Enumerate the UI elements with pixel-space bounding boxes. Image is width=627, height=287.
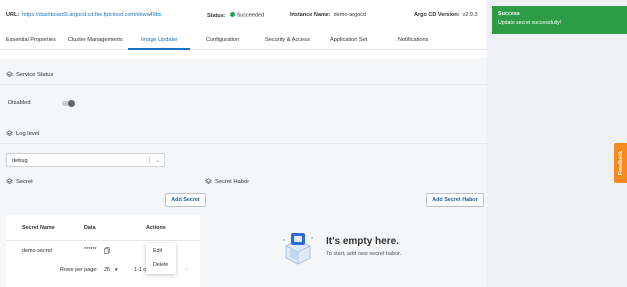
version-value: v2.9.3 xyxy=(462,12,478,18)
success-toast: Success Update secret successfully! xyxy=(492,6,627,34)
rows-per-page-select[interactable]: 25 xyxy=(104,267,110,273)
toast-title: Success xyxy=(498,11,520,17)
column-header-data: Data xyxy=(84,225,96,231)
column-header-secret-name: Secret Name xyxy=(22,225,55,231)
tab-essential-properties[interactable]: Essential Properties xyxy=(6,37,56,43)
row-actions-menu: Edit Delete xyxy=(146,243,176,274)
rows-per-page-label: Rows per page: xyxy=(60,267,98,273)
add-secret-button[interactable]: Add Secret xyxy=(165,193,206,207)
main-card: URL: https://dashboard3.argocd.cd.fke.fpt… xyxy=(0,0,487,287)
secret-name-cell: demo-secret xyxy=(22,248,52,254)
divider xyxy=(0,84,487,85)
active-tab-indicator xyxy=(128,48,190,50)
instance-label: Instance Name: xyxy=(290,12,331,18)
status-info: Status: Succeeded xyxy=(207,12,264,19)
status-value: Succeeded xyxy=(236,12,265,19)
tab-security-access[interactable]: Security & Access xyxy=(265,37,310,43)
status-label: Status: xyxy=(207,12,226,19)
tab-application-set[interactable]: Application Set xyxy=(330,37,367,43)
feedback-tab[interactable]: Feedback xyxy=(614,143,627,183)
feedback-label: Feedback xyxy=(617,150,624,176)
empty-box-illustration xyxy=(283,233,313,265)
next-page-icon[interactable]: › xyxy=(186,266,188,273)
tab-bar: Essential Properties Cluster Managements… xyxy=(0,32,487,50)
chevron-down-icon: ⌄ xyxy=(154,158,160,164)
empty-state-title: It's empty here. xyxy=(326,236,399,247)
caret-down-icon: ▼ xyxy=(114,267,119,272)
url-label: URL: xyxy=(6,12,20,18)
secret-habor-label: Secret Habor xyxy=(215,178,250,185)
table-header-divider xyxy=(6,240,200,241)
tab-configuration[interactable]: Configuration xyxy=(206,37,239,43)
log-level-label: Log level xyxy=(16,130,40,137)
service-status-heading: Service Status xyxy=(6,71,53,78)
log-level-select[interactable]: debug ⌄ xyxy=(6,153,165,167)
secret-heading: Secret xyxy=(6,178,33,185)
layers-icon xyxy=(6,130,13,137)
tab-image-updater[interactable]: Image Updater xyxy=(141,37,178,43)
instance-info: Instance Name: demo-argocd xyxy=(290,12,366,18)
copy-icon[interactable] xyxy=(104,247,110,254)
layers-icon xyxy=(205,178,212,185)
service-status-label: Service Status xyxy=(16,71,54,78)
dashboard-url-link[interactable]: https://dashboard3.argocd.cd.fke.fptclou… xyxy=(22,12,161,18)
tab-notifications[interactable]: Notifications xyxy=(398,37,428,43)
secret-label: Secret xyxy=(16,178,33,185)
toast-message: Update secret successfully! xyxy=(498,20,562,26)
layers-icon xyxy=(6,178,13,185)
add-secret-habor-button[interactable]: Add Secret Habor xyxy=(426,193,484,207)
version-info: Argo CD Version: v2.9.3 xyxy=(414,12,478,18)
layers-icon xyxy=(6,71,13,78)
secret-habor-heading: Secret Habor xyxy=(205,178,249,185)
tab-cluster-managements[interactable]: Cluster Managements xyxy=(68,37,123,43)
select-separator xyxy=(149,156,150,164)
divider xyxy=(0,143,487,144)
column-header-actions: Actions xyxy=(146,225,166,231)
empty-state-subtitle: To start, add new secret habor. xyxy=(326,251,402,257)
service-state-label: Disabled xyxy=(8,100,31,106)
instance-value: demo-argocd xyxy=(333,12,367,18)
secret-data-cell: ****** xyxy=(84,247,97,253)
toggle-knob xyxy=(68,100,75,107)
status-success-icon xyxy=(229,12,235,17)
log-level-value: debug xyxy=(12,158,28,164)
log-level-heading: Log level xyxy=(6,130,39,137)
url-info: URL: https://dashboard3.argocd.cd.fke.fpt… xyxy=(6,12,162,18)
menu-item-edit[interactable]: Edit xyxy=(153,248,162,254)
service-status-toggle[interactable] xyxy=(62,100,75,107)
menu-item-delete[interactable]: Delete xyxy=(153,262,168,268)
version-label: Argo CD Version: xyxy=(414,12,460,18)
